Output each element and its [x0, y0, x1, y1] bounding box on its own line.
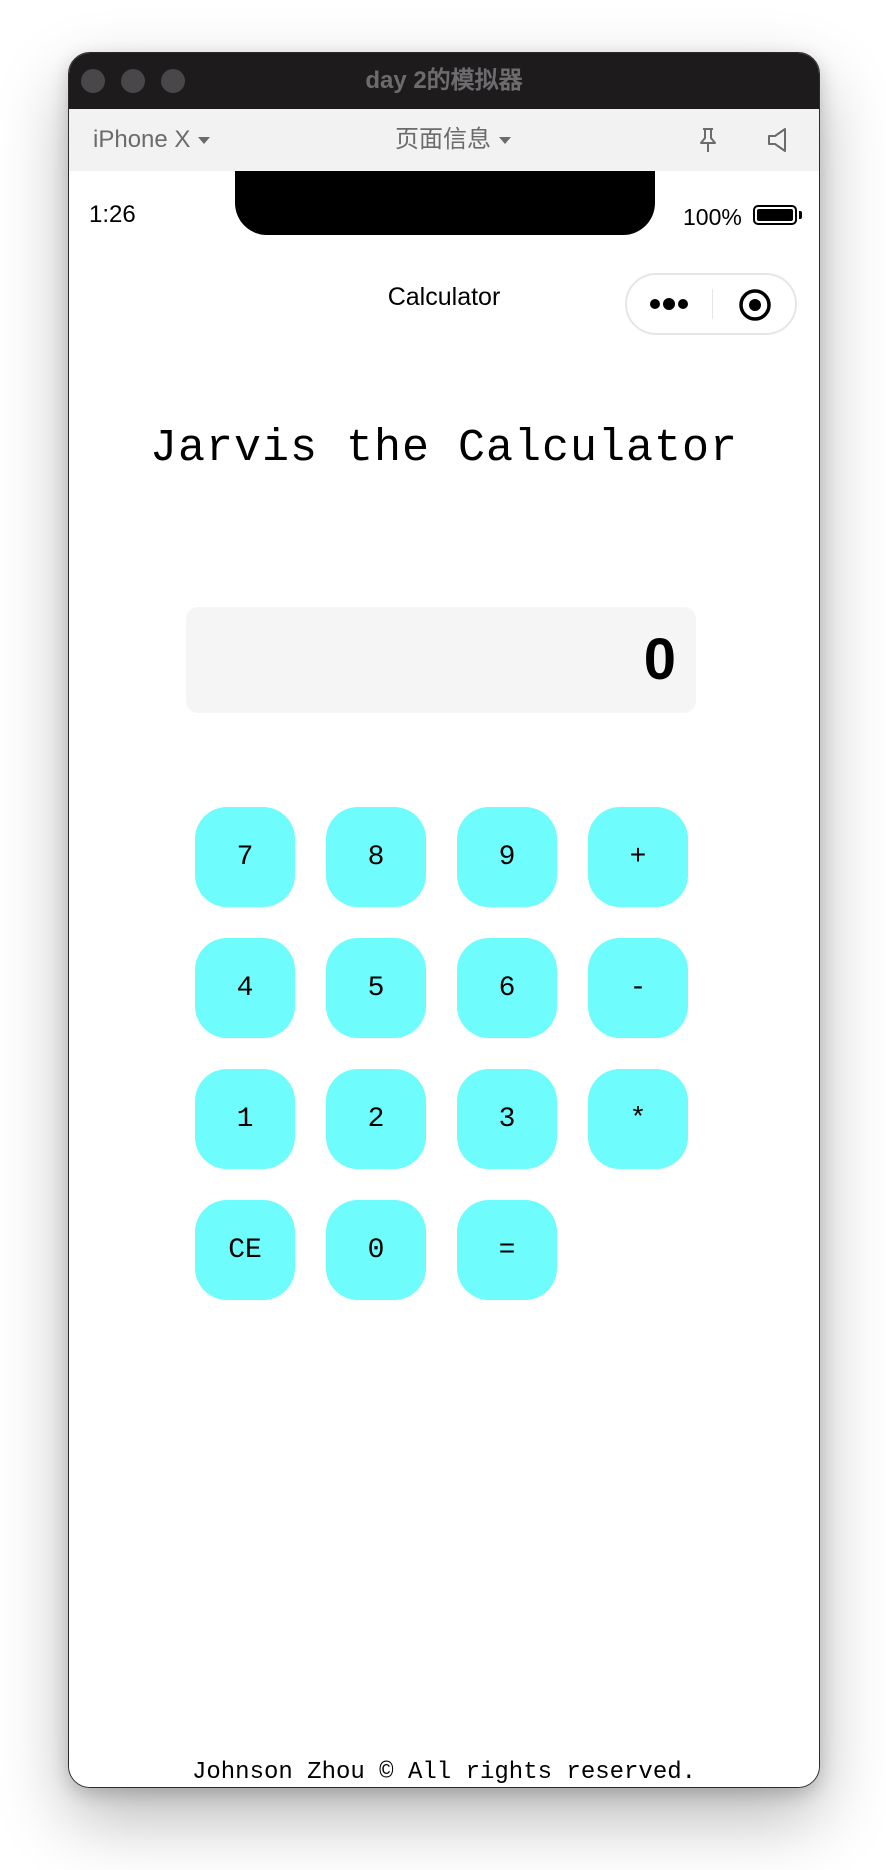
calculator-display: 0 [186, 607, 696, 713]
target-close-icon[interactable] [737, 287, 773, 323]
app-heading: Jarvis the Calculator [149, 423, 739, 474]
capsule-divider [712, 289, 713, 319]
key-7[interactable]: 7 [195, 807, 295, 907]
chevron-down-icon [198, 137, 211, 145]
battery-icon [753, 205, 797, 225]
battery-percent: 100% [683, 204, 742, 230]
window-titlebar: day 2的模拟器 [69, 53, 819, 110]
key-4[interactable]: 4 [195, 938, 295, 1038]
key-multiply[interactable]: * [588, 1069, 688, 1169]
simulator-window: day 2的模拟器 iPhone X 页面信息 1:26 100% Calcul… [68, 52, 820, 1788]
key-1[interactable]: 1 [195, 1069, 295, 1169]
status-time: 1:26 [89, 201, 136, 228]
footer-copyright: Johnson Zhou © All rights reserved. [191, 1759, 697, 1786]
battery-tip [799, 211, 802, 219]
battery-level-fill [757, 209, 793, 221]
more-dots-icon[interactable] [647, 288, 695, 320]
key-3[interactable]: 3 [457, 1069, 557, 1169]
key-equals[interactable]: = [457, 1200, 557, 1300]
key-plus[interactable]: + [588, 807, 688, 907]
speaker-icon[interactable] [765, 126, 793, 154]
device-selector[interactable]: iPhone X [93, 109, 211, 171]
phone-screen: 1:26 100% Calculator Jarvis the Calculat… [69, 171, 819, 1787]
key-6[interactable]: 6 [457, 938, 557, 1038]
key-0[interactable]: 0 [326, 1200, 426, 1300]
key-minus[interactable]: - [588, 938, 688, 1038]
page-info-label: 页面信息 [395, 126, 491, 153]
window-title: day 2的模拟器 [365, 67, 523, 94]
chevron-down-icon [499, 137, 511, 145]
calculator-keypad: 7 8 9 + 4 5 6 - 1 2 3 * CE 0 = [195, 807, 695, 1307]
device-notch [235, 171, 655, 235]
mini-program-capsule [625, 273, 797, 335]
key-9[interactable]: 9 [457, 807, 557, 907]
pin-icon[interactable] [694, 126, 722, 154]
device-selector-label: iPhone X [93, 126, 191, 153]
page-info-selector[interactable]: 页面信息 [395, 109, 511, 171]
key-2[interactable]: 2 [326, 1069, 426, 1169]
key-5[interactable]: 5 [326, 938, 426, 1038]
simulator-toolbar: iPhone X 页面信息 [69, 109, 819, 171]
key-8[interactable]: 8 [326, 807, 426, 907]
key-clear-entry[interactable]: CE [195, 1200, 295, 1300]
